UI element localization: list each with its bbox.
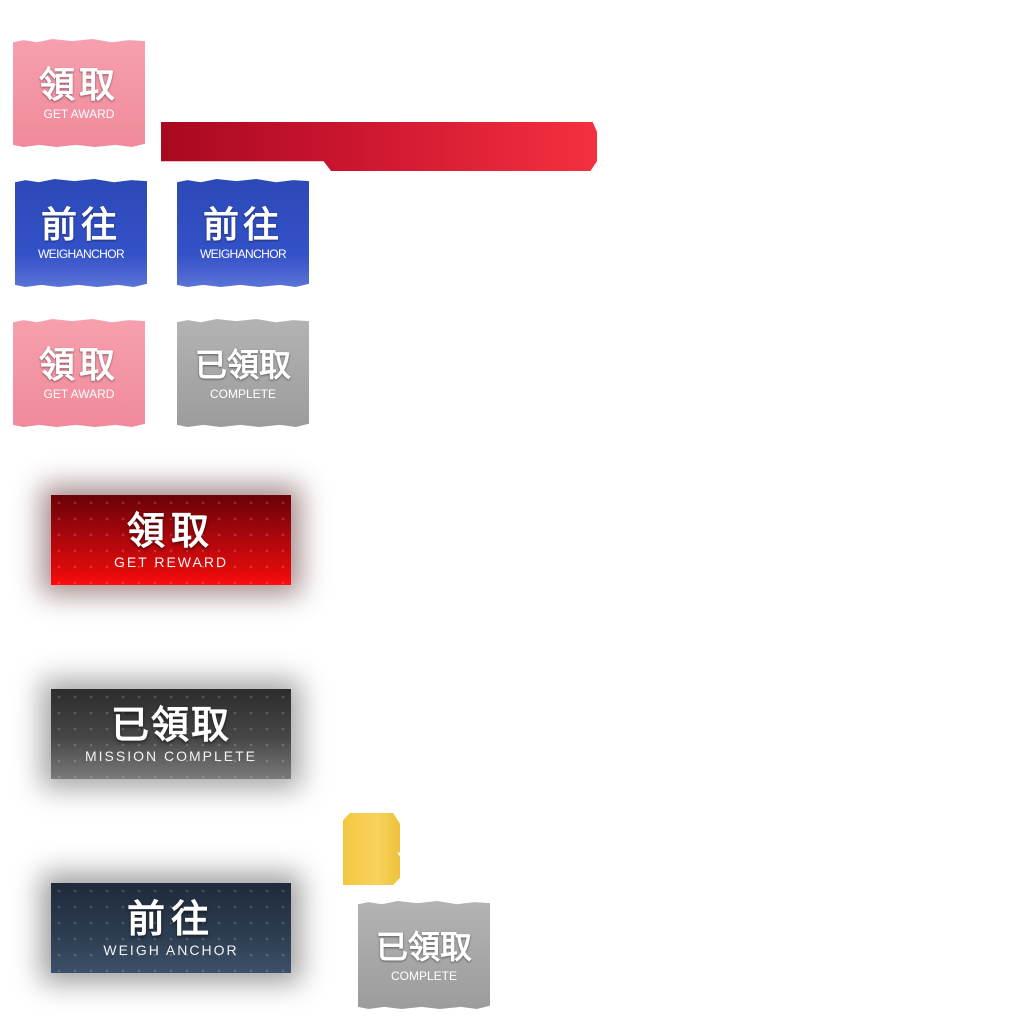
button-label-zh: 已領取 [194, 346, 291, 384]
weigh-anchor-button-alt[interactable]: 前往 WEIGHANCHOR [177, 179, 309, 287]
button-label-zh: 領取 [126, 508, 215, 553]
button-label-en: GET AWARD [43, 387, 115, 401]
button-label-zh: 已領取 [375, 928, 472, 966]
mission-complete-button[interactable]: 已領取 MISSION COMPLETE [51, 689, 291, 779]
button-label-zh: 前往 [126, 896, 215, 941]
get-award-button-alt[interactable]: 領取 GET AWARD [13, 319, 145, 427]
get-award-button[interactable]: 領取 GET AWARD [13, 39, 145, 147]
button-label-en: WEIGHANCHOR [37, 247, 125, 261]
weigh-anchor-button[interactable]: 前往 WEIGHANCHOR [15, 179, 147, 287]
button-label-zh: 已領取 [110, 702, 231, 747]
complete-button[interactable]: 已領取 COMPLETE [177, 319, 309, 427]
button-label-en: COMPLETE [390, 969, 457, 983]
button-label-zh: 領取 [38, 344, 119, 386]
button-label-zh: 前往 [40, 204, 121, 246]
button-label-en: GET REWARD [113, 554, 229, 570]
button-label-en: GET AWARD [43, 107, 115, 121]
button-label-en: WEIGHANCHOR [199, 247, 287, 261]
button-label-en: WEIGH ANCHOR [103, 942, 239, 958]
get-reward-button[interactable]: 領取 GET REWARD [51, 495, 291, 585]
gold-tab [343, 813, 400, 885]
complete-button-bottom[interactable]: 已領取 COMPLETE [358, 901, 490, 1009]
button-label-en: COMPLETE [209, 387, 276, 401]
button-label-zh: 領取 [38, 64, 119, 106]
weigh-anchor-wide-button[interactable]: 前往 WEIGH ANCHOR [51, 883, 291, 973]
button-sprite-sheet: 領取 GET AWARD 前往 WEIGHANCHOR 前往 WEIGHANCH… [0, 0, 1024, 1024]
red-banner-bar [161, 122, 597, 171]
button-label-zh: 前往 [202, 204, 283, 246]
button-label-en: MISSION COMPLETE [84, 748, 258, 764]
